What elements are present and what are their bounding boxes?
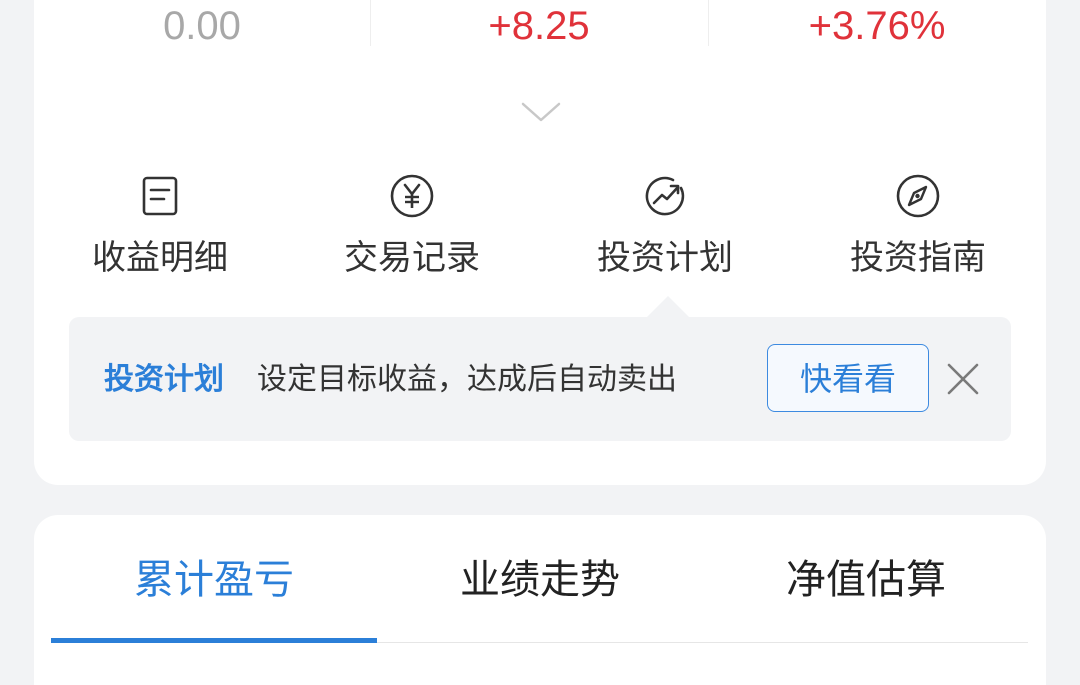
compass-icon: [894, 172, 942, 220]
quick-action-label: 投资指南: [850, 238, 986, 278]
stat-value-2: +8.25: [488, 4, 590, 48]
tip-pointer: [646, 296, 690, 318]
tab-cumulative-profit-loss[interactable]: 累计盈亏: [51, 555, 377, 605]
active-tab-indicator: [51, 638, 377, 643]
trend-up-icon: [641, 172, 689, 220]
stat-value-1: 0.00: [163, 4, 241, 48]
quick-action-trade-records[interactable]: 交易记录: [332, 172, 492, 282]
quick-action-label: 投资计划: [597, 238, 733, 278]
quick-action-label: 交易记录: [344, 238, 480, 278]
take-a-look-button[interactable]: 快看看: [767, 344, 929, 412]
quick-action-label: 收益明细: [92, 238, 228, 278]
stats-row: 0.00 +8.25 +3.76%: [34, 0, 1046, 60]
document-icon: [136, 172, 184, 220]
quick-action-income-details[interactable]: 收益明细: [80, 172, 240, 282]
investment-plan-tip: 投资计划 设定目标收益，达成后自动卖出 快看看: [69, 317, 1011, 441]
quick-action-investment-plan[interactable]: 投资计划: [585, 172, 745, 282]
tab-nav-estimate[interactable]: 净值估算: [703, 555, 1029, 605]
tip-title: 投资计划: [104, 362, 224, 397]
stat-value-3: +3.76%: [808, 4, 946, 48]
yen-circle-icon: [388, 172, 436, 220]
close-icon[interactable]: [945, 361, 981, 397]
quick-action-investment-guide[interactable]: 投资指南: [838, 172, 998, 282]
tabs-card: 累计盈亏 业绩走势 净值估算: [34, 515, 1046, 685]
tab-performance-trend[interactable]: 业绩走势: [377, 555, 703, 605]
chevron-down-icon[interactable]: [520, 100, 562, 124]
tip-text: 设定目标收益，达成后自动卖出: [257, 362, 677, 397]
